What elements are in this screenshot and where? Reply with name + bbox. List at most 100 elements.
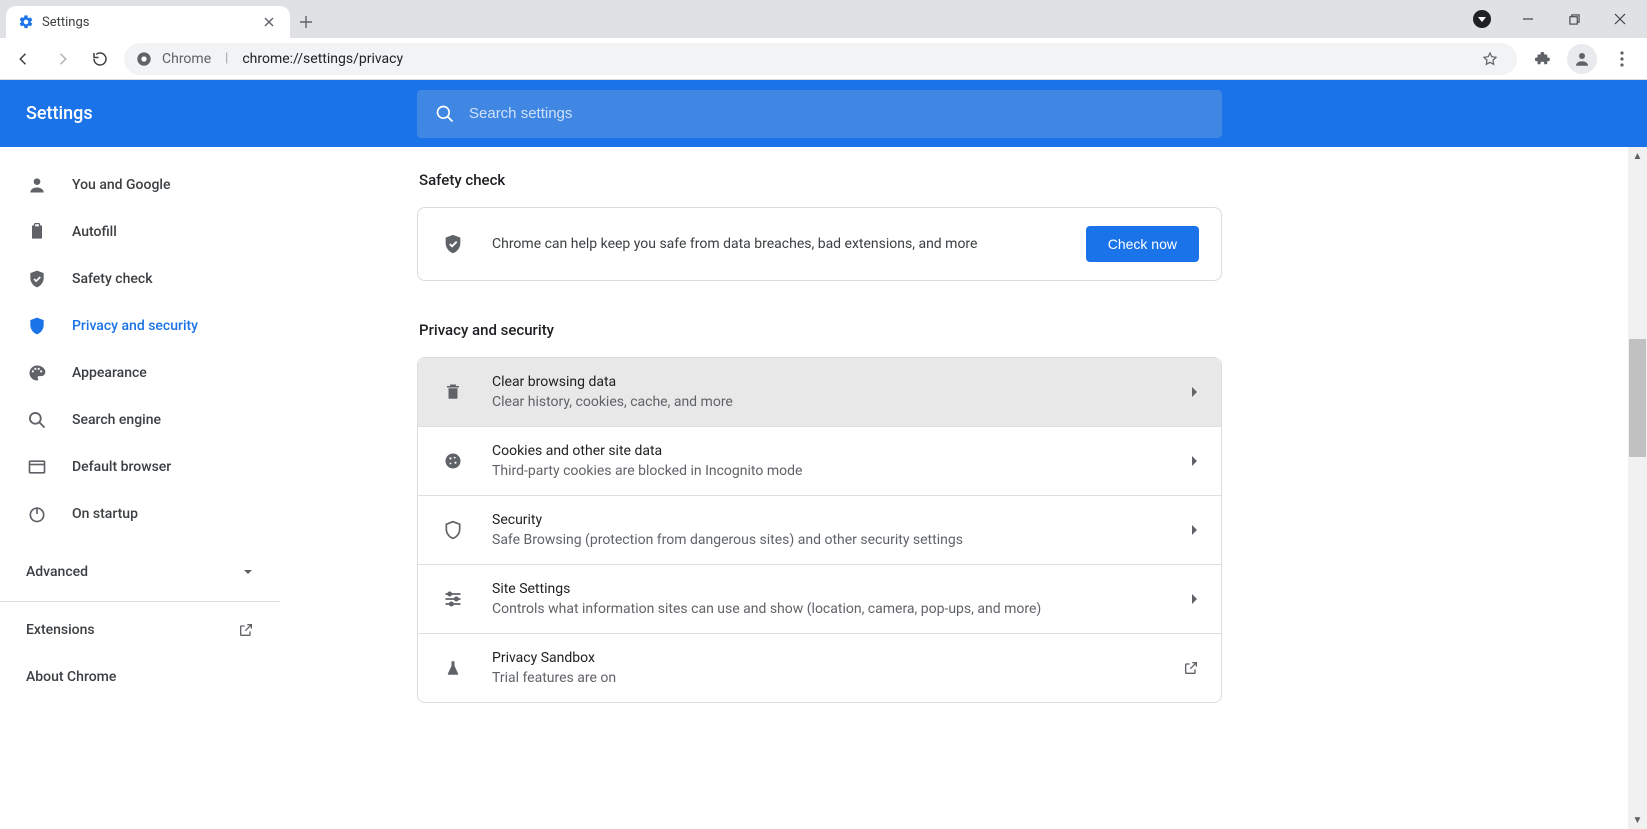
close-icon[interactable] [260,13,278,31]
row-subtitle: Controls what information sites can use … [492,601,1163,617]
sidebar-item-label: Default browser [72,459,171,475]
sidebar-item-label: Safety check [72,271,153,287]
sidebar-item-label: Appearance [72,365,147,381]
browser-toolbar: Chrome | chrome://settings/privacy [0,38,1647,80]
extensions-icon[interactable] [1527,44,1557,74]
row-title: Security [492,512,1163,528]
extensions-label: Extensions [26,622,95,638]
nav-back-button[interactable] [10,45,38,73]
about-label: About Chrome [26,669,116,685]
row-title: Clear browsing data [492,374,1163,390]
sidebar-item-label: Search engine [72,412,161,428]
settings-title: Settings [0,103,280,124]
row-subtitle: Trial features are on [492,670,1155,686]
tab-title: Settings [42,15,252,30]
browser-tab-active[interactable]: Settings [6,6,290,38]
profile-avatar-icon[interactable] [1567,44,1597,74]
address-url: chrome://settings/privacy [242,51,403,67]
chevron-right-icon [1191,386,1199,398]
row-title: Site Settings [492,581,1163,597]
browser-icon [26,456,48,478]
vertical-scrollbar[interactable]: ▲ ▼ [1628,147,1647,829]
bookmark-icon[interactable] [1475,44,1505,74]
sidebar-item-safety-check[interactable]: Safety check [0,255,280,302]
external-link-icon [238,622,254,638]
shield-check-icon [26,268,48,290]
shield-icon [26,315,48,337]
sidebar-item-advanced[interactable]: Advanced [0,547,280,597]
sidebar-item-autofill[interactable]: Autofill [0,208,280,255]
palette-icon [26,362,48,384]
sidebar-item-label: Privacy and security [72,318,198,334]
settings-main: Safety check Chrome can help keep you sa… [280,147,1647,829]
person-icon [26,174,48,196]
nav-forward-button [48,45,76,73]
settings-sidebar: You and Google Autofill Safety check Pri… [0,147,280,829]
sidebar-item-privacy-security[interactable]: Privacy and security [0,302,280,349]
sidebar-item-appearance[interactable]: Appearance [0,349,280,396]
window-close-button[interactable] [1611,10,1629,28]
row-site-settings[interactable]: Site Settings Controls what information … [418,564,1221,633]
sidebar-item-label: You and Google [72,177,170,193]
search-settings-input[interactable] [469,105,1204,122]
sidebar-item-default-browser[interactable]: Default browser [0,443,280,490]
sidebar-item-about[interactable]: About Chrome [0,653,280,700]
safety-check-card: Chrome can help keep you safe from data … [417,207,1222,281]
address-separator: | [221,51,232,66]
new-tab-button[interactable] [290,6,322,38]
search-settings-box[interactable] [417,90,1222,138]
sidebar-item-label: On startup [72,506,138,522]
shield-check-icon [442,233,464,255]
search-icon [26,409,48,431]
sidebar-item-label: Autofill [72,224,117,240]
row-privacy-sandbox[interactable]: Privacy Sandbox Trial features are on [418,633,1221,702]
browser-tab-strip: Settings [0,0,1647,38]
browser-menu-button[interactable] [1607,44,1637,74]
row-subtitle: Safe Browsing (protection from dangerous… [492,532,1163,548]
window-maximize-button[interactable] [1565,10,1583,28]
row-title: Cookies and other site data [492,443,1163,459]
sidebar-divider [0,601,280,602]
sliders-icon [442,588,464,610]
sidebar-item-search-engine[interactable]: Search engine [0,396,280,443]
clipboard-icon [26,221,48,243]
shield-icon [442,519,464,541]
reload-button[interactable] [86,45,114,73]
gear-icon [18,14,34,30]
settings-header: Settings [0,80,1647,147]
sidebar-item-extensions[interactable]: Extensions [0,606,280,653]
privacy-security-list: Clear browsing data Clear history, cooki… [417,357,1222,703]
chrome-icon [136,51,152,67]
row-clear-browsing-data[interactable]: Clear browsing data Clear history, cooki… [418,358,1221,426]
address-bar[interactable]: Chrome | chrome://settings/privacy [124,43,1517,75]
row-subtitle: Third-party cookies are blocked in Incog… [492,463,1163,479]
row-cookies[interactable]: Cookies and other site data Third-party … [418,426,1221,495]
window-minimize-button[interactable] [1519,10,1537,28]
chevron-right-icon [1191,524,1199,536]
external-link-icon [1183,660,1199,676]
scrollbar-arrow-up-icon[interactable]: ▲ [1628,147,1647,165]
flask-icon [442,657,464,679]
safety-check-heading: Safety check [419,171,1222,189]
search-icon [435,104,455,124]
address-app-label: Chrome [162,51,211,67]
account-indicator-icon[interactable] [1473,10,1491,28]
chevron-down-icon [242,566,254,578]
cookie-icon [442,450,464,472]
check-now-button[interactable]: Check now [1086,226,1199,262]
scrollbar-arrow-down-icon[interactable]: ▼ [1628,811,1647,829]
scrollbar-thumb[interactable] [1629,339,1646,457]
row-security[interactable]: Security Safe Browsing (protection from … [418,495,1221,564]
chevron-right-icon [1191,455,1199,467]
row-title: Privacy Sandbox [492,650,1155,666]
sidebar-item-on-startup[interactable]: On startup [0,490,280,537]
sidebar-item-you-and-google[interactable]: You and Google [0,161,280,208]
chevron-right-icon [1191,593,1199,605]
privacy-security-heading: Privacy and security [419,321,1222,339]
power-icon [26,503,48,525]
advanced-label: Advanced [26,564,88,580]
row-subtitle: Clear history, cookies, cache, and more [492,394,1163,410]
safety-check-text: Chrome can help keep you safe from data … [492,236,1058,252]
window-controls [1459,0,1643,38]
trash-icon [442,381,464,403]
